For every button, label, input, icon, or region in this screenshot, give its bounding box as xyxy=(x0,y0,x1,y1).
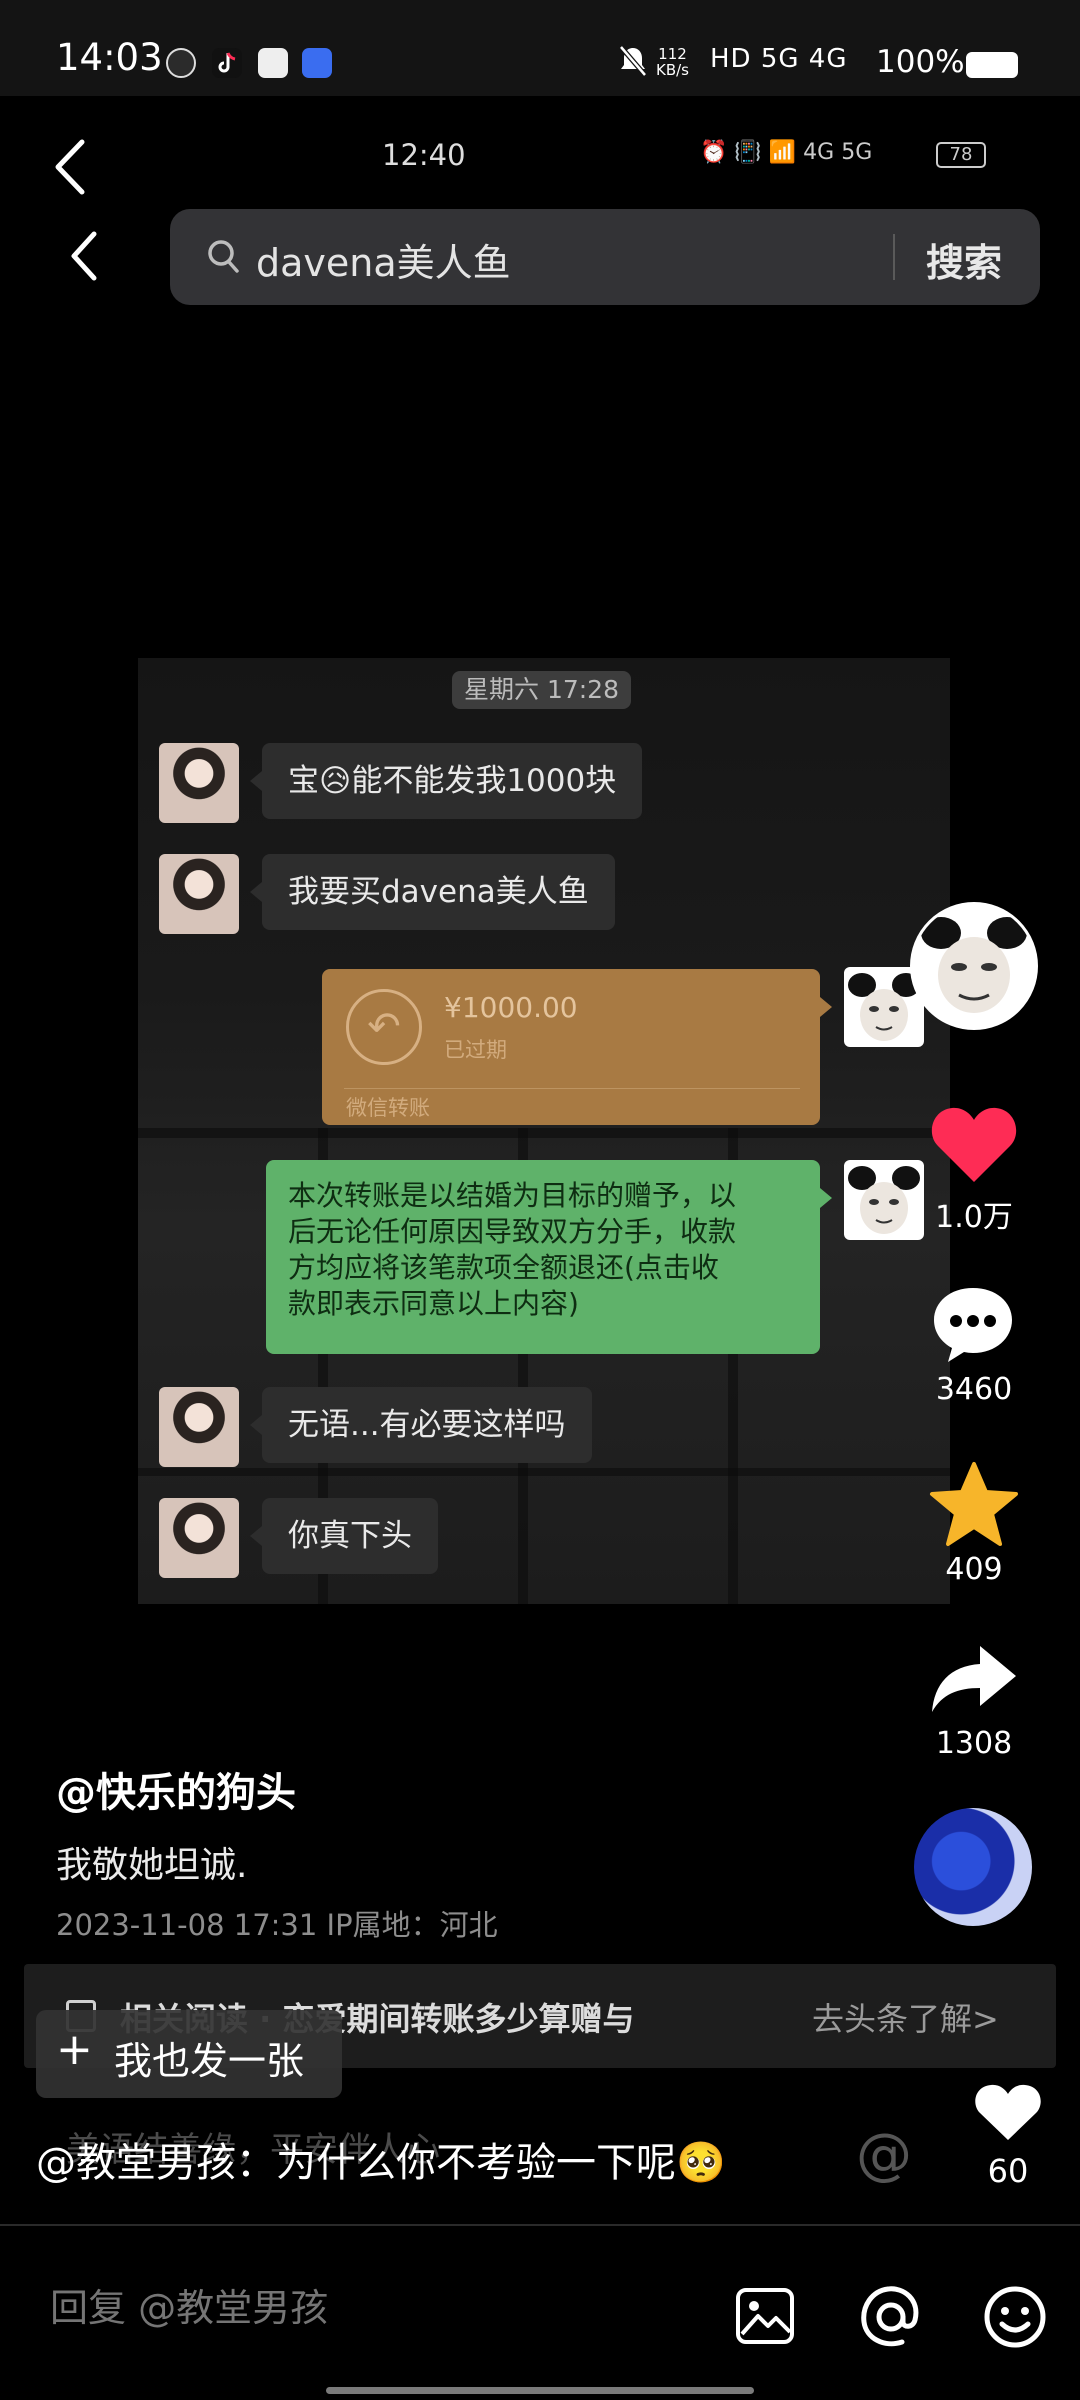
inner-screenshot-battery: 78 xyxy=(936,142,986,168)
girl-avatar xyxy=(159,1387,239,1467)
author-name[interactable]: @快乐的狗头 xyxy=(56,1760,296,1818)
mute-icon xyxy=(618,44,648,82)
home-indicator[interactable] xyxy=(326,2387,754,2394)
like-icon[interactable] xyxy=(930,1104,1018,1188)
green-chat-message: 本次转账是以结婚为目标的赠予，以 后无论任何原因导致双方分手，收款 方均应将该笔… xyxy=(266,1160,832,1354)
reply-input[interactable] xyxy=(50,2286,650,2330)
app-notification-icon xyxy=(166,48,196,78)
battery-percent: 100% xyxy=(876,44,965,80)
transfer-divider xyxy=(344,1088,800,1089)
emoji-icon[interactable] xyxy=(982,2284,1048,2354)
inner-screenshot-time: 12:40 xyxy=(382,138,466,172)
share-icon[interactable] xyxy=(928,1642,1020,1718)
baidu-notification-icon xyxy=(302,48,332,78)
search-button: 搜索 xyxy=(926,241,1003,285)
chat-date-label: 星期六 17:28 xyxy=(452,671,631,709)
comment-like-count: 60 xyxy=(987,2152,1029,2190)
girl-avatar xyxy=(159,743,239,823)
return-arrow-icon: ↶ xyxy=(346,989,422,1065)
chat-message: 宝😥能不能发我1000块 xyxy=(249,743,643,819)
caption-text: 我敬她坦诚. xyxy=(56,1845,248,1886)
transfer-status: 已过期 xyxy=(444,1038,507,1062)
system-time: 14:03 xyxy=(56,36,163,79)
related-reading-link[interactable]: 去头条了解> xyxy=(812,1994,999,2040)
at-icon[interactable] xyxy=(858,2284,924,2354)
search-query: davena美人鱼 xyxy=(256,241,511,285)
message-notification-icon xyxy=(258,48,288,78)
douyin-notification-icon xyxy=(212,48,242,78)
chat-message: 无语...有必要这样吗 xyxy=(250,1387,592,1463)
favorite-count: 409 xyxy=(945,1552,1003,1587)
search-back-icon xyxy=(68,230,100,286)
plus-icon: + xyxy=(56,2024,93,2075)
comment-icon[interactable] xyxy=(930,1284,1016,1368)
favorite-star-icon[interactable] xyxy=(928,1460,1020,1552)
transfer-label: 微信转账 xyxy=(346,1096,430,1120)
image-icon[interactable] xyxy=(734,2286,796,2350)
search-divider xyxy=(893,234,895,280)
network-speed: 112 KB/s xyxy=(656,45,689,79)
transfer-amount: ¥1000.00 xyxy=(444,991,578,1024)
music-disc-avatar[interactable] xyxy=(914,1808,1032,1926)
chat-message: 我要买davena美人鱼 xyxy=(250,854,615,930)
like-count: 1.0万 xyxy=(935,1200,1013,1235)
share-count: 1308 xyxy=(935,1726,1013,1761)
reply-comment-text: @教堂男孩：为什么你不考验一下呢🥺 xyxy=(36,2140,726,2186)
chat-message: 你真下头 xyxy=(250,1498,438,1574)
battery-icon xyxy=(966,52,1018,78)
comment-count: 3460 xyxy=(935,1372,1013,1407)
girl-avatar xyxy=(159,1498,239,1578)
inner-screenshot-status-icons: ⏰ 📳 📶 4G 5G xyxy=(700,140,873,165)
comment-like-icon[interactable] xyxy=(974,2082,1042,2146)
search-icon xyxy=(206,238,242,280)
background-at-icon: @ xyxy=(856,2122,912,2187)
network-indicators: HD 5G 4G xyxy=(710,44,848,74)
girl-avatar xyxy=(159,854,239,934)
divider xyxy=(0,2224,1080,2226)
back-icon[interactable] xyxy=(52,138,88,200)
post-meta: 2023-11-08 17:31 IP属地：河北 xyxy=(56,1908,498,1942)
post-also-label: 我也发一张 xyxy=(114,2039,305,2083)
